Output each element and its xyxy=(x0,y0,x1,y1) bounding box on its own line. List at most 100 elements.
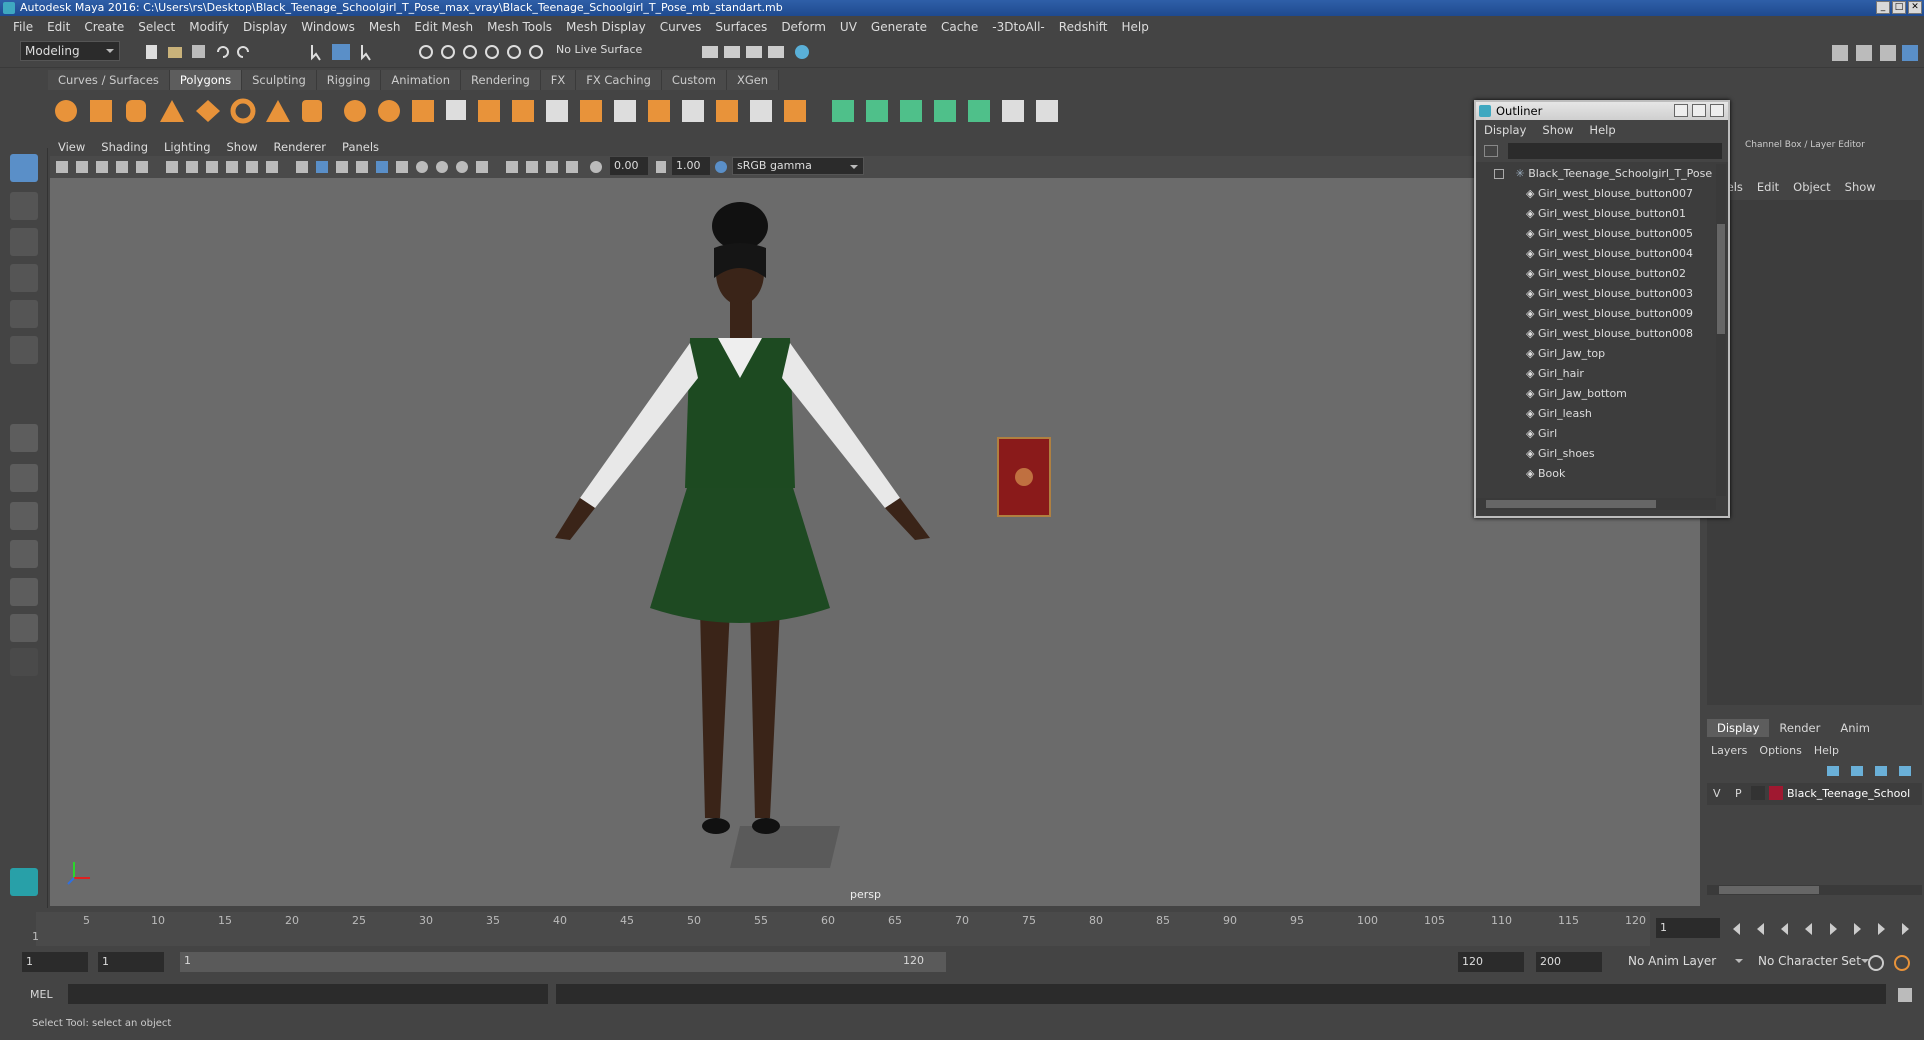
script-language-label[interactable]: MEL xyxy=(30,988,53,1001)
outliner-titlebar[interactable]: Outliner xyxy=(1476,102,1728,120)
rotate-tool-icon[interactable] xyxy=(10,300,38,328)
outliner-item[interactable]: ◈ Girl_west_blouse_button007 xyxy=(1526,184,1693,204)
layer-visibility-toggle[interactable]: V xyxy=(1713,787,1721,800)
book-object[interactable] xyxy=(997,437,1051,517)
outliner-maximize-button[interactable] xyxy=(1692,104,1706,117)
move-tool-icon[interactable] xyxy=(10,264,38,292)
scale-tool-icon[interactable] xyxy=(10,336,38,364)
viewport-menu-lighting[interactable]: Lighting xyxy=(156,140,218,156)
persp-outliner-layout-icon[interactable] xyxy=(10,502,38,530)
shelf-tab-rigging[interactable]: Rigging xyxy=(316,70,382,90)
channel-box-menu-object[interactable]: Object xyxy=(1793,180,1830,194)
script-editor-icon[interactable] xyxy=(1896,986,1916,1004)
gamma-field[interactable]: 1.00 xyxy=(672,157,710,175)
mode-dropdown[interactable]: Modeling xyxy=(20,41,120,61)
menu-edit-mesh[interactable]: Edit Mesh xyxy=(407,20,480,34)
shelf-tab-animation[interactable]: Animation xyxy=(381,70,462,90)
menu-modify[interactable]: Modify xyxy=(182,20,236,34)
menu-uv[interactable]: UV xyxy=(833,20,864,34)
four-view-layout-icon[interactable] xyxy=(10,464,38,492)
layer-menu-options[interactable]: Options xyxy=(1759,744,1801,757)
outliner-menu-show[interactable]: Show xyxy=(1534,123,1581,137)
character-set-dropdown[interactable]: No Character Set xyxy=(1754,952,1874,972)
layer-tab-display[interactable]: Display xyxy=(1707,719,1770,737)
menu-surfaces[interactable]: Surfaces xyxy=(708,20,774,34)
layer-tab-anim[interactable]: Anim xyxy=(1830,719,1880,737)
layer-playback-toggle[interactable]: P xyxy=(1735,787,1742,800)
viewport-menu-panels[interactable]: Panels xyxy=(334,140,387,156)
outliner-item[interactable]: ◈ Girl_west_blouse_button004 xyxy=(1526,244,1693,264)
paint-select-tool-icon[interactable] xyxy=(10,228,38,256)
outliner-close-button[interactable] xyxy=(1710,104,1724,117)
outliner-item[interactable]: ◈ Girl_shoes xyxy=(1526,444,1595,464)
outliner-layout-icon[interactable] xyxy=(10,614,38,642)
view-transform-dropdown[interactable]: sRGB gamma xyxy=(732,157,864,175)
outliner-vscrollbar[interactable] xyxy=(1716,164,1726,496)
menu-deform[interactable]: Deform xyxy=(774,20,833,34)
channel-box-menu-show[interactable]: Show xyxy=(1845,180,1876,194)
outliner-item[interactable]: ◈ Girl_west_blouse_button003 xyxy=(1526,284,1693,304)
persp-graph-layout-icon[interactable] xyxy=(10,540,38,568)
single-perspective-layout-icon[interactable] xyxy=(10,424,38,452)
outliner-root-row[interactable]: ✳ Black_Teenage_Schoolgirl_T_Pose xyxy=(1494,164,1712,184)
menu-select[interactable]: Select xyxy=(131,20,182,34)
anim-layer-dropdown[interactable]: No Anim Layer xyxy=(1624,952,1748,972)
layer-menu-help[interactable]: Help xyxy=(1814,744,1839,757)
outliner-item[interactable]: ◈ Girl_west_blouse_button01 xyxy=(1526,204,1686,224)
current-frame-field[interactable]: 1 xyxy=(1656,918,1720,938)
playback-start-field[interactable]: 1 xyxy=(98,952,164,972)
menu-file[interactable]: File xyxy=(6,20,40,34)
viewport-menu-show[interactable]: Show xyxy=(219,140,266,156)
live-surface-field[interactable]: No Live Surface xyxy=(556,43,642,56)
outliner-item[interactable]: ◈ Girl_leash xyxy=(1526,404,1592,424)
layer-tab-render[interactable]: Render xyxy=(1769,719,1830,737)
menu-redshift[interactable]: Redshift xyxy=(1052,20,1115,34)
animation-start-field[interactable]: 1 xyxy=(22,952,88,972)
menu-generate[interactable]: Generate xyxy=(864,20,934,34)
layer-row[interactable]: V P Black_Teenage_School xyxy=(1707,783,1922,805)
layer-color-swatch[interactable] xyxy=(1769,786,1783,800)
shelf-tab-xgen[interactable]: XGen xyxy=(726,70,780,90)
outliner-minimize-button[interactable] xyxy=(1674,104,1688,117)
menu-edit[interactable]: Edit xyxy=(40,20,77,34)
menu-mesh-display[interactable]: Mesh Display xyxy=(559,20,653,34)
menu-display[interactable]: Display xyxy=(236,20,294,34)
command-input[interactable] xyxy=(68,984,548,1004)
outliner-item[interactable]: ◈ Girl_west_blouse_button008 xyxy=(1526,324,1693,344)
lasso-tool-icon[interactable] xyxy=(10,192,38,220)
exposure-field[interactable]: 0.00 xyxy=(610,157,648,175)
layer-menu-layers[interactable]: Layers xyxy=(1711,744,1747,757)
hypershade-layout-icon[interactable] xyxy=(10,578,38,606)
outliner-item[interactable]: ◈ Girl_west_blouse_button02 xyxy=(1526,264,1686,284)
outliner-item[interactable]: ◈ Book xyxy=(1526,464,1565,484)
menu-mesh[interactable]: Mesh xyxy=(362,20,408,34)
menu-curves[interactable]: Curves xyxy=(653,20,709,34)
shelf-tab-custom[interactable]: Custom xyxy=(661,70,727,90)
layer-display-type[interactable] xyxy=(1751,786,1765,800)
outliner-hscrollbar[interactable] xyxy=(1476,498,1716,510)
playback-end-field[interactable]: 120 xyxy=(1458,952,1524,972)
time-slider[interactable]: 1 5 10 15 20 25 30 35 40 45 50 55 60 65 … xyxy=(0,910,1924,950)
menu-windows[interactable]: Windows xyxy=(294,20,362,34)
close-button[interactable]: ✕ xyxy=(1908,1,1922,14)
shelf-tab-curves-surfaces[interactable]: Curves / Surfaces xyxy=(48,70,170,90)
schoolgirl-character[interactable] xyxy=(555,202,930,834)
outliner-item[interactable]: ◈ Girl_west_blouse_button009 xyxy=(1526,304,1693,324)
outliner-item[interactable]: ◈ Girl_Jaw_top xyxy=(1526,344,1605,364)
viewport-menu-view[interactable]: View xyxy=(50,140,93,156)
perspective-viewport[interactable] xyxy=(50,178,1700,906)
shelf-tab-sculpting[interactable]: Sculpting xyxy=(242,70,317,90)
select-tool-icon[interactable] xyxy=(10,154,38,182)
layer-hscrollbar[interactable] xyxy=(1707,885,1922,895)
outliner-search-input[interactable] xyxy=(1508,143,1722,159)
shelf-tab-fx-caching[interactable]: FX Caching xyxy=(576,70,662,90)
menu-mesh-tools[interactable]: Mesh Tools xyxy=(480,20,559,34)
range-bar[interactable]: 1 120 xyxy=(180,952,946,972)
shelf-tab-fx[interactable]: FX xyxy=(540,70,577,90)
outliner-menu-display[interactable]: Display xyxy=(1476,123,1534,137)
menu-create[interactable]: Create xyxy=(77,20,131,34)
channel-box-menu-edit[interactable]: Edit xyxy=(1757,180,1779,194)
more-layouts-icon[interactable] xyxy=(10,648,38,676)
viewport-menu-renderer[interactable]: Renderer xyxy=(266,140,335,156)
menu-cache[interactable]: Cache xyxy=(934,20,985,34)
